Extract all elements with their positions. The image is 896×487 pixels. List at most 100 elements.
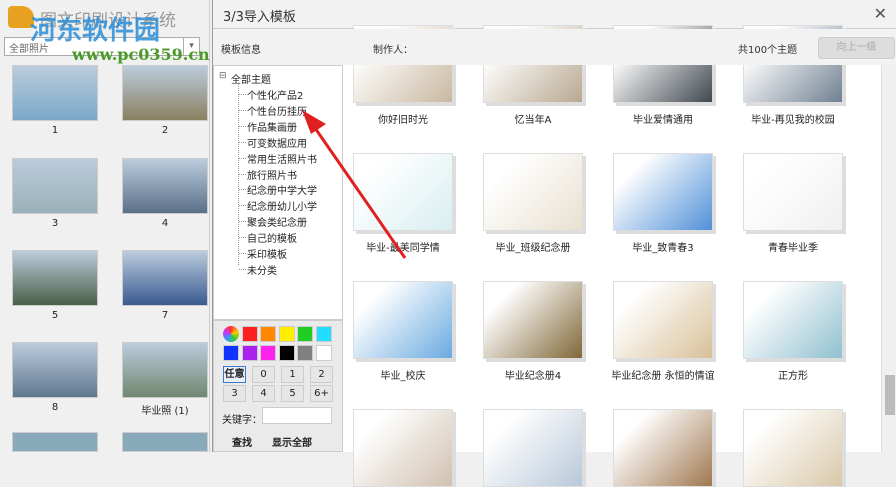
photo-thumbnail[interactable]: [122, 342, 208, 398]
tree-line: [239, 237, 246, 239]
template-thumbnail[interactable]: [613, 281, 713, 359]
keyword-input[interactable]: [262, 407, 332, 424]
photo-thumbnail[interactable]: [122, 250, 208, 306]
template-label[interactable]: 青春毕业季: [728, 239, 858, 254]
photo-label: 8: [51, 402, 59, 413]
filter-panel: 任意 0 1 2 3 4 5 6+ 关键字： 查找 显示全部: [213, 320, 343, 452]
template-thumbnail[interactable]: [743, 281, 843, 359]
album-select-value: 全部照片: [9, 44, 49, 55]
chevron-down-icon[interactable]: ▾: [183, 38, 199, 55]
tree-line: [239, 109, 246, 111]
dialog-title: 3/3导入模板: [223, 10, 296, 25]
tree-item[interactable]: 未分类: [247, 262, 277, 277]
tree-item[interactable]: 自己的模板: [247, 230, 297, 245]
page-count-button[interactable]: 0: [252, 366, 275, 383]
info-row: 模板信息 制作人： 共100个主题 向上一级: [213, 29, 896, 65]
scrollbar[interactable]: [881, 65, 896, 452]
template-label[interactable]: 毕业_班级纪念册: [468, 239, 598, 254]
show-all-button[interactable]: 显示全部: [272, 434, 312, 449]
color-swatch[interactable]: [315, 326, 332, 342]
tree-line: [239, 189, 246, 191]
color-wheel-icon[interactable]: [223, 326, 239, 342]
tree-item[interactable]: 纪念册幼儿小学: [247, 198, 317, 213]
template-grid: 你好旧时光 忆当年A 毕业爱情通用 毕业-再见我的校园 毕业-最美同学情 毕业_班级纪念册…: [343, 25, 881, 487]
page-count-button[interactable]: 2: [310, 366, 333, 383]
photo-label: 3: [51, 218, 59, 229]
template-label[interactable]: 毕业爱情通用: [598, 111, 728, 126]
page-count-button[interactable]: 任意: [223, 366, 246, 383]
template-label[interactable]: 毕业_校庆: [338, 367, 468, 382]
photo-label: 4: [161, 218, 169, 229]
template-label[interactable]: 毕业纪念册 永恒的情谊: [598, 367, 728, 382]
template-thumbnail[interactable]: [743, 153, 843, 231]
scrollbar-thumb[interactable]: [885, 375, 895, 415]
photo-thumbnail[interactable]: [12, 432, 98, 452]
photo-thumbnail[interactable]: [12, 342, 98, 398]
template-label[interactable]: 毕业_致青春3: [598, 239, 728, 254]
page-count-button[interactable]: 6+: [310, 385, 333, 402]
page-count-button[interactable]: 3: [223, 385, 246, 402]
tree-item[interactable]: 常用生活照片书: [247, 151, 317, 166]
template-thumbnail[interactable]: [483, 409, 583, 487]
color-swatch[interactable]: [278, 345, 295, 361]
import-template-dialog: 3/3导入模板 ✕ 模板信息 制作人： 共100个主题 向上一级 ⊟ 全部主题 …: [212, 0, 896, 487]
template-thumbnail[interactable]: [353, 409, 453, 487]
tree-item[interactable]: 纪念册中学大学: [247, 182, 317, 197]
photo-thumbnail[interactable]: [12, 65, 98, 121]
photo-label: 毕业照 (1): [141, 406, 189, 417]
color-swatch[interactable]: [260, 326, 276, 342]
tree-item[interactable]: 采印模板: [247, 246, 287, 261]
template-info-label: 模板信息: [221, 45, 261, 56]
search-button[interactable]: 查找: [232, 434, 252, 449]
tree-root[interactable]: 全部主题: [231, 71, 271, 86]
tree-line: [239, 141, 246, 143]
page-count-button[interactable]: 1: [281, 366, 304, 383]
tree-item[interactable]: 个性化产品2: [247, 87, 303, 102]
photo-label: 1: [51, 125, 59, 136]
page-count-button[interactable]: 4: [252, 385, 275, 402]
photo-thumbnail[interactable]: [122, 65, 208, 121]
photo-thumbnail[interactable]: [122, 158, 208, 214]
theme-tree: ⊟ 全部主题 个性化产品2 个性台历挂历 作品集画册 可变数据应用 常用生活照片书 旅行照…: [213, 65, 343, 320]
tree-item[interactable]: 个性台历挂历: [247, 103, 307, 118]
tree-item[interactable]: 可变数据应用: [247, 135, 307, 150]
template-thumbnail[interactable]: [353, 281, 453, 359]
photo-thumbnail[interactable]: [12, 158, 98, 214]
color-swatch[interactable]: [278, 326, 295, 342]
color-swatch[interactable]: [223, 345, 239, 361]
tree-item[interactable]: 聚会类纪念册: [247, 214, 307, 229]
color-swatch[interactable]: [241, 326, 258, 342]
color-swatch[interactable]: [297, 326, 313, 342]
photo-thumbnail[interactable]: [122, 432, 208, 452]
photo-label: 5: [51, 310, 59, 321]
template-thumbnail[interactable]: [353, 153, 453, 231]
tree-line: [239, 157, 246, 159]
page-count-button[interactable]: 5: [281, 385, 304, 402]
template-thumbnail[interactable]: [613, 409, 713, 487]
template-label[interactable]: 你好旧时光: [338, 111, 468, 126]
template-thumbnail[interactable]: [483, 153, 583, 231]
template-label[interactable]: 毕业-最美同学情: [338, 239, 468, 254]
color-swatch[interactable]: [260, 345, 276, 361]
album-select[interactable]: 全部照片 ▾: [4, 37, 200, 56]
author-label: 制作人：: [373, 45, 413, 56]
color-swatch[interactable]: [297, 345, 313, 361]
tree-item[interactable]: 旅行照片书: [247, 167, 297, 182]
color-swatch[interactable]: [315, 345, 332, 361]
template-label[interactable]: 正方形: [728, 367, 858, 382]
close-icon[interactable]: ✕: [874, 4, 887, 23]
template-label[interactable]: 忆当年A: [468, 111, 598, 126]
tree-item[interactable]: 作品集画册: [247, 119, 297, 134]
photo-label: 2: [161, 125, 169, 136]
template-label[interactable]: 毕业-再见我的校园: [728, 111, 858, 126]
template-thumbnail[interactable]: [483, 281, 583, 359]
tree-line: [239, 253, 246, 254]
template-thumbnail[interactable]: [743, 409, 843, 487]
collapse-icon[interactable]: ⊟: [219, 71, 227, 81]
color-swatch[interactable]: [241, 345, 258, 361]
template-label[interactable]: 毕业纪念册4: [468, 367, 598, 382]
template-thumbnail[interactable]: [613, 153, 713, 231]
up-level-button[interactable]: 向上一级: [818, 37, 895, 59]
tree-line: [239, 173, 246, 175]
photo-thumbnail[interactable]: [12, 250, 98, 306]
